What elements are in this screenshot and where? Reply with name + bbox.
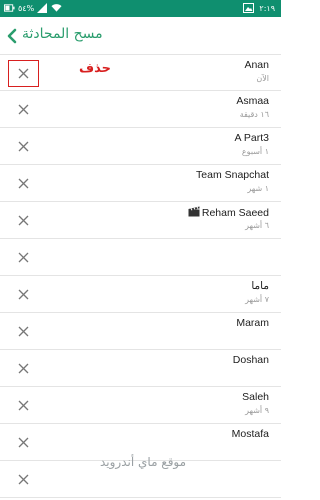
page-title: مسح المحادثة [22, 26, 103, 42]
conversation-name: Maram [236, 317, 269, 329]
close-icon [18, 215, 29, 226]
delete-conversation-button[interactable] [9, 430, 38, 455]
close-icon [18, 474, 29, 485]
conversation-name: A Part3 [234, 132, 269, 144]
conversation-time: ١ شهر [247, 184, 269, 193]
conversation-row: Doshan [0, 350, 281, 387]
conversation-time: ١٦ دقيقة [239, 110, 269, 119]
close-icon [18, 400, 29, 411]
delete-conversation-button[interactable] [8, 60, 39, 87]
delete-conversation-button[interactable] [9, 208, 38, 233]
watermark-text: موقع ماي أندرويد [100, 455, 187, 469]
status-bar-left: ٥٤% [4, 3, 62, 13]
close-icon [18, 104, 29, 115]
close-icon [18, 252, 29, 263]
app-header: مسح المحادثة [0, 17, 281, 54]
battery-icon [4, 4, 15, 12]
conversation-row: Reham Saeed ٦ أشهر [0, 202, 281, 239]
conversation-name: Mostafa [231, 428, 269, 440]
conversation-name: Saleh [242, 391, 269, 403]
gallery-icon [243, 3, 255, 13]
conversation-row [0, 239, 281, 276]
conversation-time: ١ أسبوع [241, 147, 269, 156]
conversation-row: Saleh ٩ أشهر [0, 387, 281, 424]
conversation-name: Reham Saeed [201, 207, 269, 219]
conversation-name: Asmaa [236, 95, 269, 107]
close-icon [18, 178, 29, 189]
conversation-name-with-emoji: Reham Saeed [188, 206, 269, 219]
close-icon [18, 326, 29, 337]
close-icon [18, 289, 29, 300]
clock: ٢:١٩ [259, 3, 275, 13]
status-bar-right: ٢:١٩ [243, 3, 275, 13]
close-icon [18, 437, 29, 448]
close-icon [18, 68, 29, 79]
delete-conversation-button[interactable] [9, 134, 38, 159]
conversation-time: الآن [256, 74, 269, 83]
conversation-list: حذف Anan الآن Asmaa ١٦ دقيقة A Part3 ١ أ… [0, 54, 281, 498]
delete-conversation-button[interactable] [9, 282, 38, 307]
delete-conversation-button[interactable] [9, 97, 38, 122]
delete-conversation-button[interactable] [9, 393, 38, 418]
close-icon [18, 141, 29, 152]
delete-annotation-label: حذف [79, 61, 111, 76]
conversation-row: A Part3 ١ أسبوع [0, 128, 281, 165]
close-icon [18, 363, 29, 374]
conversation-row: Asmaa ١٦ دقيقة [0, 91, 281, 128]
back-chevron-icon[interactable] [5, 28, 19, 44]
delete-conversation-button[interactable] [9, 319, 38, 344]
conversation-row: حذف Anan الآن [0, 54, 281, 91]
clear-conversation-screen: ٥٤% ٢:١٩ مسح المحادثة حذف Anan الآن Asma… [0, 0, 281, 500]
conversation-row: Team Snapchat ١ شهر [0, 165, 281, 202]
conversation-row: ماما ٧ أشهر [0, 276, 281, 313]
status-bar: ٥٤% ٢:١٩ [0, 0, 281, 17]
conversation-name: Doshan [232, 354, 269, 366]
conversation-name: Anan [244, 59, 269, 71]
delete-conversation-button[interactable] [9, 245, 38, 270]
delete-conversation-button[interactable] [9, 356, 38, 381]
delete-conversation-button[interactable] [9, 467, 38, 492]
conversation-row: Maram [0, 313, 281, 350]
signal-icon [37, 3, 48, 13]
conversation-time: ٧ أشهر [245, 295, 269, 304]
wifi-icon [51, 4, 62, 12]
clapperboard-icon [188, 206, 200, 217]
delete-conversation-button[interactable] [9, 171, 38, 196]
conversation-name: Team Snapchat [196, 169, 269, 181]
conversation-name: ماما [251, 280, 269, 292]
battery-percent: ٥٤% [18, 3, 35, 13]
conversation-time: ٦ أشهر [245, 221, 269, 230]
conversation-time: ٩ أشهر [245, 406, 269, 415]
